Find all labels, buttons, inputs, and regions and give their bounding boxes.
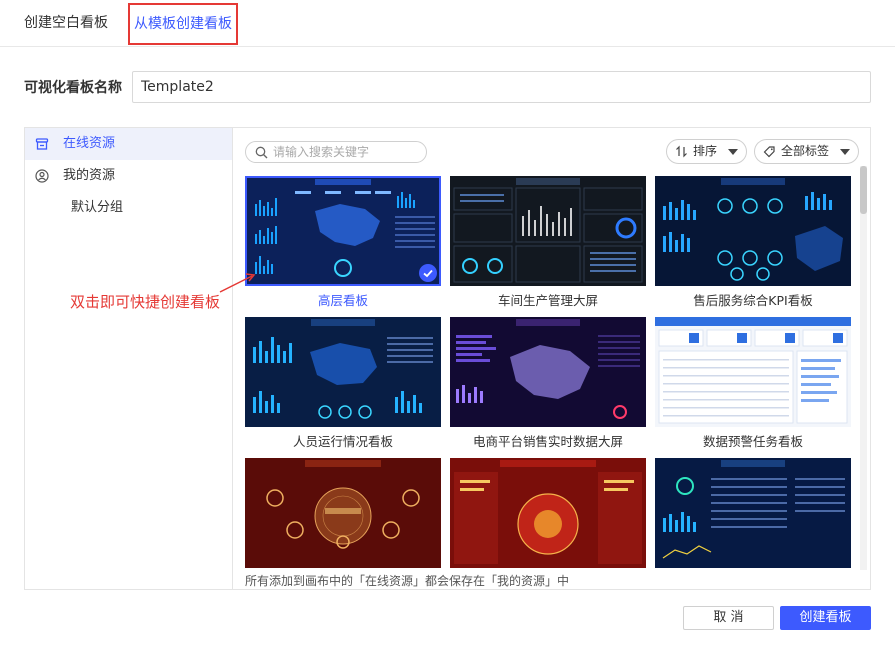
search-input[interactable] bbox=[273, 143, 423, 161]
template-panel: 在线资源 我的资源 默认分组 排序 bbox=[24, 127, 871, 590]
template-thumbnail[interactable] bbox=[245, 176, 441, 286]
template-caption: 人员运行情况看板 bbox=[292, 434, 393, 449]
template-thumbnail[interactable] bbox=[655, 317, 851, 427]
tag-icon bbox=[763, 146, 775, 158]
sidebar-item-my-resources[interactable]: 我的资源 bbox=[25, 160, 232, 192]
template-thumbnail[interactable] bbox=[450, 176, 646, 286]
template-thumbnail[interactable] bbox=[245, 458, 441, 568]
sidebar-item-label: 在线资源 bbox=[63, 136, 116, 151]
annotation-arrow-icon bbox=[219, 273, 256, 293]
grid-scrollbar[interactable] bbox=[860, 166, 867, 570]
sidebar-item-default-group[interactable]: 默认分组 bbox=[25, 192, 232, 224]
sidebar-item-label: 默认分组 bbox=[71, 200, 124, 215]
resource-save-note: 所有添加到画布中的「在线资源」都会保存在「我的资源」中 bbox=[245, 574, 570, 588]
template-grid: 高层看板 车间生产管理大屏 售后服务综合KPI看板 人员运行情况看板 电商平台销… bbox=[245, 176, 857, 568]
cancel-button[interactable]: 取 消 bbox=[683, 606, 774, 630]
sort-label: 排序 bbox=[693, 144, 718, 158]
sidebar-item-label: 我的资源 bbox=[63, 168, 116, 183]
chevron-down-icon bbox=[840, 149, 850, 155]
template-thumbnail[interactable] bbox=[245, 317, 441, 427]
search-box bbox=[245, 141, 427, 163]
tab-bar: 创建空白看板 从模板创建看板 bbox=[0, 0, 895, 47]
chevron-down-icon bbox=[728, 149, 738, 155]
tag-filter-dropdown[interactable]: 全部标签 bbox=[754, 139, 859, 164]
tags-label: 全部标签 bbox=[781, 144, 830, 158]
sort-icon bbox=[676, 145, 687, 158]
scrollbar-thumb[interactable] bbox=[860, 166, 867, 214]
sidebar-item-online-resources[interactable]: 在线资源 bbox=[25, 128, 232, 160]
template-caption: 售后服务综合KPI看板 bbox=[693, 293, 813, 308]
search-icon bbox=[255, 146, 268, 159]
template-thumbnail[interactable] bbox=[450, 317, 646, 427]
tab-create-from-template[interactable]: 从模板创建看板 bbox=[128, 3, 238, 45]
store-icon bbox=[35, 138, 49, 150]
dashboard-name-label: 可视化看板名称 bbox=[24, 80, 122, 96]
create-dashboard-button[interactable]: 创建看板 bbox=[780, 606, 871, 630]
selected-check-icon bbox=[419, 264, 437, 282]
sort-dropdown[interactable]: 排序 bbox=[666, 139, 747, 164]
template-content: 排序 全部标签 bbox=[233, 128, 870, 589]
template-thumbnail[interactable] bbox=[655, 176, 851, 286]
dashboard-name-input[interactable] bbox=[132, 71, 871, 103]
template-caption: 高层看板 bbox=[317, 293, 368, 308]
resource-sidebar: 在线资源 我的资源 默认分组 bbox=[25, 128, 233, 589]
template-thumbnail[interactable] bbox=[655, 458, 851, 568]
template-caption: 电商平台销售实时数据大屏 bbox=[472, 434, 623, 449]
template-thumbnail[interactable] bbox=[450, 458, 646, 568]
template-caption: 车间生产管理大屏 bbox=[497, 293, 598, 308]
double-click-annotation: 双击即可快捷创建看板 bbox=[70, 293, 221, 311]
user-circle-icon bbox=[35, 169, 49, 183]
template-caption: 数据预警任务看板 bbox=[702, 434, 803, 449]
tab-create-blank[interactable]: 创建空白看板 bbox=[24, 0, 108, 47]
